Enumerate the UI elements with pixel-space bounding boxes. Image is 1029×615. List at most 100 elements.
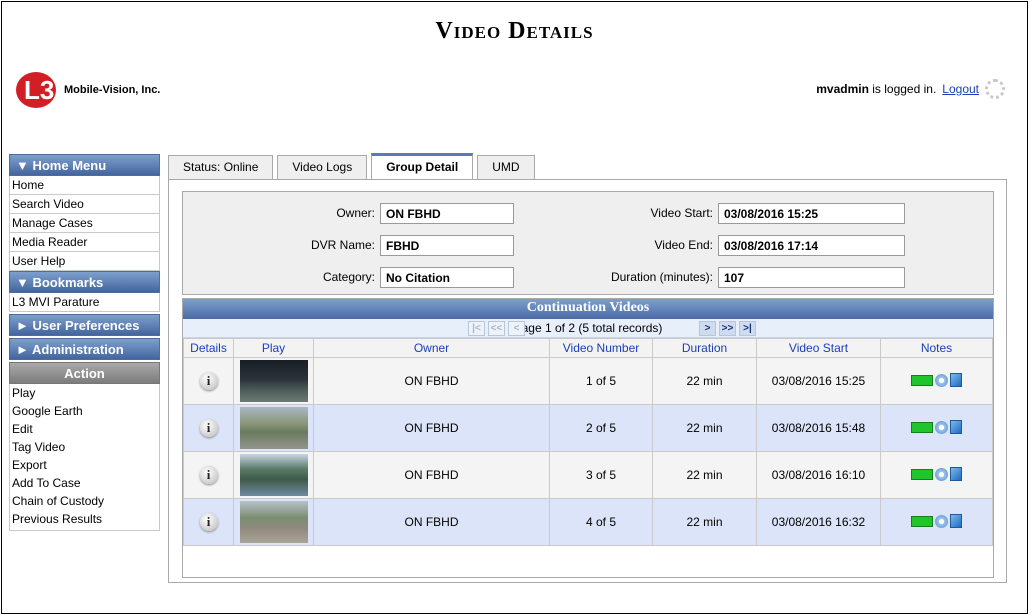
video-start-row: Video Start: 03/08/2016 15:25 <box>533 202 905 224</box>
video-thumbnail[interactable] <box>239 360 308 402</box>
logout-link[interactable]: Logout <box>942 82 979 96</box>
sidebar-item-search-video[interactable]: Search Video <box>9 195 160 214</box>
disc-icon[interactable] <box>935 514 948 528</box>
row-video-number: 2 of 5 <box>549 404 653 452</box>
copies-icon[interactable] <box>950 467 962 482</box>
company-logo: L3 Mobile-Vision, Inc. <box>16 72 160 108</box>
col-play[interactable]: Play <box>233 338 314 358</box>
last-page-icon[interactable]: >| <box>739 320 756 336</box>
waveform-icon[interactable] <box>911 421 933 433</box>
disc-icon[interactable] <box>935 420 948 434</box>
notes-icons <box>911 420 962 435</box>
row-video-start: 03/08/2016 16:10 <box>756 451 881 499</box>
continuation-table: Details Play Owner Video Number Duration… <box>183 338 993 546</box>
owner-value: ON FBHD <box>380 202 514 224</box>
tab-video-logs[interactable]: Video Logs <box>277 155 368 179</box>
duration-row: Duration (minutes): 107 <box>533 266 905 288</box>
details-icon[interactable]: i <box>199 372 218 390</box>
disc-icon[interactable] <box>935 467 948 481</box>
details-icon[interactable]: i <box>199 419 218 437</box>
duration-value: 107 <box>718 266 905 288</box>
tab-umd[interactable]: UMD <box>477 155 535 179</box>
sidebar-item-home[interactable]: Home <box>9 176 160 195</box>
home-menu-header[interactable]: ▼ Home Menu <box>9 154 160 176</box>
video-end-label: Video End: <box>654 238 714 252</box>
row-video-number: 3 of 5 <box>549 451 653 499</box>
action-chain-of-custody[interactable]: Chain of Custody <box>10 492 159 510</box>
dvr-name-label: DVR Name: <box>310 238 375 252</box>
administration-header[interactable]: ► Administration <box>9 338 160 360</box>
action-export[interactable]: Export <box>10 456 159 474</box>
first-page-icon[interactable]: |< <box>468 320 485 336</box>
row-video-start: 03/08/2016 15:25 <box>756 357 881 405</box>
disc-icon[interactable] <box>935 373 948 387</box>
action-edit[interactable]: Edit <box>10 420 159 438</box>
action-tag-video[interactable]: Tag Video <box>10 438 159 456</box>
sidebar-item-media-reader[interactable]: Media Reader <box>9 233 160 252</box>
tab-group-detail[interactable]: Group Detail <box>371 153 474 179</box>
video-thumbnail[interactable] <box>239 501 308 543</box>
action-add-to-case[interactable]: Add To Case <box>10 474 159 492</box>
row-owner: ON FBHD <box>313 498 550 546</box>
row-video-number: 4 of 5 <box>549 498 653 546</box>
video-end-value: 03/08/2016 17:14 <box>718 234 905 256</box>
row-video-start: 03/08/2016 16:32 <box>756 498 881 546</box>
row-owner: ON FBHD <box>313 357 550 405</box>
copies-icon[interactable] <box>950 373 962 388</box>
action-header: Action <box>9 362 160 384</box>
pager-next-group: > >> >| <box>699 320 756 336</box>
continuation-videos: Continuation Videos |< << < Page 1 of 2 … <box>182 298 994 578</box>
col-notes[interactable]: Notes <box>880 338 993 358</box>
tab-bar: Status: Online Video Logs Group Detail U… <box>168 153 535 179</box>
prev-page-fast-icon[interactable]: << <box>488 320 505 336</box>
prev-page-icon[interactable]: < <box>508 320 525 336</box>
col-video-number[interactable]: Video Number <box>549 338 653 358</box>
details-icon[interactable]: i <box>199 513 218 531</box>
action-play[interactable]: Play <box>10 384 159 402</box>
sidebar-item-user-help[interactable]: User Help <box>9 252 160 271</box>
category-value: No Citation <box>380 266 514 288</box>
copies-icon[interactable] <box>950 514 962 529</box>
next-page-fast-icon[interactable]: >> <box>719 320 736 336</box>
page-title: Video Details <box>435 18 594 44</box>
owner-label: Owner: <box>336 206 375 220</box>
login-status: mvadmin is logged in. Logout <box>816 79 1005 99</box>
col-duration[interactable]: Duration <box>652 338 757 358</box>
dvr-name-row: DVR Name: FBHD <box>183 234 514 256</box>
sidebar-item-l3-mvi-parature[interactable]: L3 MVI Parature <box>9 293 160 312</box>
video-end-row: Video End: 03/08/2016 17:14 <box>533 234 905 256</box>
table-row[interactable]: i ON FBHD 2 of 5 22 min 03/08/2016 15:48 <box>183 404 993 452</box>
copies-icon[interactable] <box>950 420 962 435</box>
sidebar-item-manage-cases[interactable]: Manage Cases <box>9 214 160 233</box>
waveform-icon[interactable] <box>911 374 933 386</box>
table-row[interactable]: i ON FBHD 4 of 5 22 min 03/08/2016 16:32 <box>183 498 993 546</box>
pager-text: Page 1 of 2 (5 total records) <box>513 321 663 335</box>
table-row[interactable]: i ON FBHD 3 of 5 22 min 03/08/2016 16:10 <box>183 451 993 499</box>
action-previous-results[interactable]: Previous Results <box>10 510 159 528</box>
sidebar: ▼ Home Menu Home Search Video Manage Cas… <box>9 154 160 531</box>
video-start-value: 03/08/2016 15:25 <box>718 202 905 224</box>
video-thumbnail[interactable] <box>239 454 308 496</box>
next-page-icon[interactable]: > <box>699 320 716 336</box>
waveform-icon[interactable] <box>911 468 933 480</box>
l3-logo-icon: L3 <box>16 72 56 108</box>
row-owner: ON FBHD <box>313 404 550 452</box>
row-duration: 22 min <box>652 404 757 452</box>
tab-status-online[interactable]: Status: Online <box>168 155 274 179</box>
table-row[interactable]: i ON FBHD 1 of 5 22 min 03/08/2016 15:25 <box>183 357 993 405</box>
row-duration: 22 min <box>652 357 757 405</box>
video-thumbnail[interactable] <box>239 407 308 449</box>
owner-row: Owner: ON FBHD <box>183 202 514 224</box>
row-owner: ON FBHD <box>313 451 550 499</box>
dvr-name-value: FBHD <box>380 234 514 256</box>
waveform-icon[interactable] <box>911 515 933 527</box>
col-video-start[interactable]: Video Start <box>756 338 881 358</box>
bookmarks-header[interactable]: ▼ Bookmarks <box>9 271 160 293</box>
row-video-number: 1 of 5 <box>549 357 653 405</box>
video-start-label: Video Start: <box>650 206 713 220</box>
col-details[interactable]: Details <box>183 338 234 358</box>
user-preferences-header[interactable]: ► User Preferences <box>9 314 160 336</box>
details-icon[interactable]: i <box>199 466 218 484</box>
action-google-earth[interactable]: Google Earth <box>10 402 159 420</box>
col-owner[interactable]: Owner <box>313 338 550 358</box>
